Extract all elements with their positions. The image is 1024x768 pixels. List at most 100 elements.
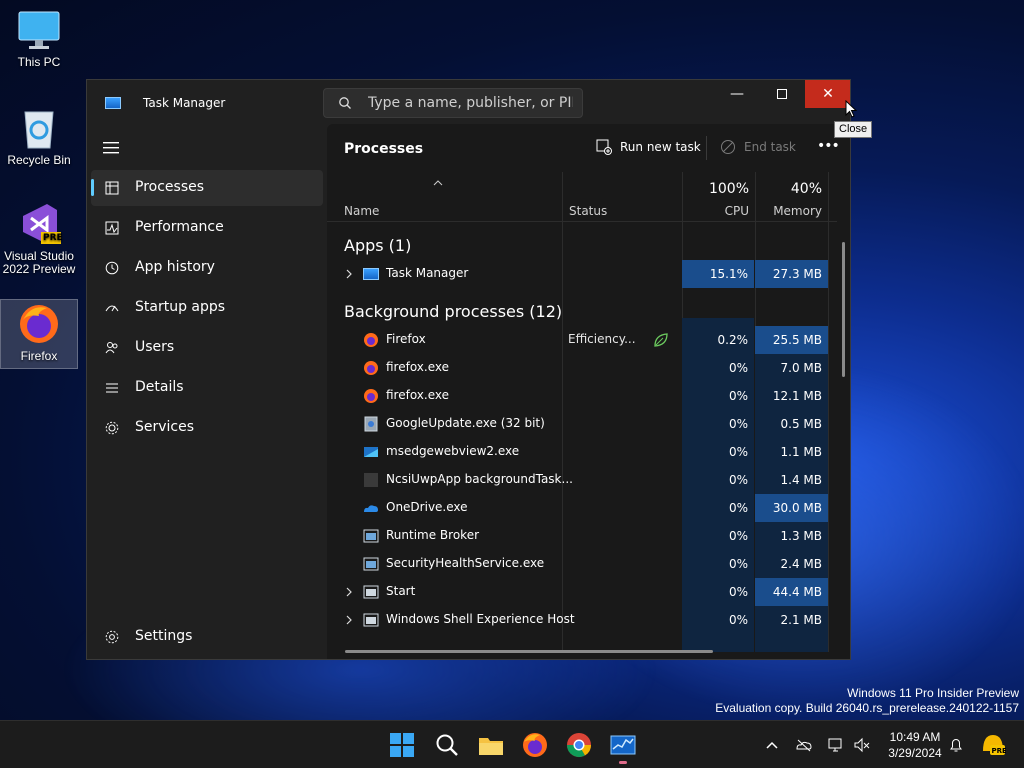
taskbar: 10:49 AM 3/29/2024 PRE xyxy=(0,720,1024,768)
cpu-cell: 0% xyxy=(682,382,754,410)
memory-cell: 7.0 MB xyxy=(755,354,828,382)
onedrive-icon xyxy=(364,505,378,512)
table-row[interactable]: Firefox Efficiency... 0.2% 25.5 MB xyxy=(327,326,837,354)
table-row[interactable]: firefox.exe 0% 7.0 MB xyxy=(327,354,837,382)
chevron-right-icon[interactable] xyxy=(345,268,353,280)
desktop-icon-recycle-bin[interactable]: Recycle Bin xyxy=(0,106,78,176)
processes-icon xyxy=(105,181,119,195)
sort-chevron-up-icon[interactable] xyxy=(433,180,443,186)
processes-panel: Processes Run new task End task ••• Name… xyxy=(327,124,850,659)
sidebar-item-settings[interactable]: Settings xyxy=(91,619,323,655)
desktop-icon-this-pc[interactable]: This PC xyxy=(0,8,78,78)
firefox-icon xyxy=(364,361,378,375)
sidebar-item-startup-apps[interactable]: Startup apps xyxy=(91,290,323,326)
notification-bell-icon[interactable] xyxy=(948,737,964,753)
sidebar-item-users[interactable]: Users xyxy=(91,330,323,366)
column-divider xyxy=(828,172,829,222)
sidebar-item-processes[interactable]: Processes xyxy=(91,170,323,206)
task-manager-icon xyxy=(105,97,121,109)
desktop-icon-label: This PC xyxy=(17,55,61,69)
desktop-icon-label: Recycle Bin xyxy=(7,153,71,167)
process-name: SecurityHealthService.exe xyxy=(386,556,545,570)
network-icon[interactable] xyxy=(828,737,844,753)
sidebar-item-app-history[interactable]: App history xyxy=(91,250,323,286)
table-row[interactable]: Task Manager 15.1% 27.3 MB xyxy=(327,260,837,288)
table-row[interactable]: NcsiUwpApp backgroundTask... 0% 1.4 MB xyxy=(327,466,837,494)
running-indicator xyxy=(619,761,627,764)
volume-muted-icon[interactable] xyxy=(854,737,870,753)
memory-cell: 0.5 MB xyxy=(755,410,828,438)
cpu-cell: 0.2% xyxy=(682,326,754,354)
maximize-button[interactable] xyxy=(759,80,805,108)
sidebar-item-label: Users xyxy=(135,339,175,355)
start-button-windows-icon[interactable] xyxy=(388,731,416,759)
minimize-icon: — xyxy=(730,86,744,102)
table-row[interactable]: Windows Shell Experience Host 0% 2.1 MB xyxy=(327,606,837,634)
chrome-icon[interactable] xyxy=(565,731,593,759)
desktop-icon-firefox[interactable]: Firefox xyxy=(0,299,78,369)
sidebar-item-performance[interactable]: Performance xyxy=(91,210,323,246)
memory-cell: 25.5 MB xyxy=(755,326,828,354)
column-header-cpu[interactable]: CPU xyxy=(682,204,749,218)
cpu-cell: 0% xyxy=(682,354,754,382)
memory-total-percent: 40% xyxy=(790,181,822,197)
search-icon[interactable] xyxy=(433,731,461,759)
end-task-button[interactable]: End task xyxy=(720,139,796,155)
users-icon xyxy=(105,342,118,354)
close-tooltip: Close xyxy=(834,121,873,138)
sidebar-item-label: Services xyxy=(135,419,195,435)
search-box[interactable] xyxy=(323,88,583,118)
monitor-icon xyxy=(17,8,61,52)
sidebar-item-details[interactable]: Details xyxy=(91,370,323,406)
table-row[interactable]: Start 0% 44.4 MB xyxy=(327,578,837,606)
table-row[interactable]: OneDrive.exe 0% 30.0 MB xyxy=(327,494,837,522)
chevron-up-icon[interactable] xyxy=(764,737,780,753)
column-header-status[interactable]: Status xyxy=(569,204,607,218)
hamburger-menu-icon[interactable] xyxy=(103,142,119,154)
edge-webview-icon xyxy=(364,447,378,457)
firefox-icon[interactable] xyxy=(521,731,549,759)
google-update-icon xyxy=(364,416,378,432)
sidebar: Processes Performance App history Startu… xyxy=(87,124,327,659)
sidebar-item-label: Settings xyxy=(135,628,193,644)
clock-date: 3/29/2024 xyxy=(888,746,942,760)
copilot-pre-icon[interactable]: PRE xyxy=(980,731,1006,757)
table-row[interactable]: GoogleUpdate.exe (32 bit) 0% 0.5 MB xyxy=(327,410,837,438)
chevron-right-icon[interactable] xyxy=(345,614,353,626)
table-row[interactable]: msedgewebview2.exe 0% 1.1 MB xyxy=(327,438,837,466)
sidebar-item-label: Startup apps xyxy=(135,299,226,315)
column-header-memory[interactable]: Memory xyxy=(755,204,822,218)
search-input[interactable] xyxy=(368,94,573,112)
watermark-line: Windows 11 Pro Insider Preview xyxy=(847,686,1019,700)
page-title: Processes xyxy=(344,141,424,157)
run-new-task-button[interactable]: Run new task xyxy=(596,139,701,155)
process-name: Start xyxy=(386,584,416,598)
sidebar-item-label: Processes xyxy=(135,179,205,195)
vertical-scrollbar[interactable] xyxy=(842,242,845,377)
cpu-cell: 0% xyxy=(682,410,754,438)
more-options-button[interactable]: ••• xyxy=(817,138,840,156)
firefox-icon xyxy=(17,302,61,346)
efficiency-leaf-icon xyxy=(654,333,668,347)
horizontal-scrollbar[interactable] xyxy=(345,650,713,653)
memory-cell: 27.3 MB xyxy=(755,260,828,288)
chevron-right-icon[interactable] xyxy=(345,586,353,598)
table-row[interactable]: SecurityHealthService.exe 0% 2.4 MB xyxy=(327,550,837,578)
command-separator xyxy=(706,136,707,160)
process-name: Runtime Broker xyxy=(386,528,480,542)
sidebar-item-services[interactable]: Services xyxy=(91,410,323,446)
table-row[interactable]: firefox.exe 0% 12.1 MB xyxy=(327,382,837,410)
cpu-cell: 0% xyxy=(682,550,754,578)
minimize-button[interactable]: — xyxy=(714,80,760,108)
onedrive-offline-icon[interactable] xyxy=(796,737,812,753)
title-bar[interactable]: Task Manager — ✕ xyxy=(87,80,850,124)
desktop-icon-visual-studio[interactable]: PRE Visual Studio 2022 Preview xyxy=(0,202,78,286)
clock[interactable]: 10:49 AM 3/29/2024 xyxy=(880,729,950,761)
process-name: msedgewebview2.exe xyxy=(386,444,520,458)
memory-cell: 1.1 MB xyxy=(755,438,828,466)
column-header-name[interactable]: Name xyxy=(344,204,379,218)
cpu-cell: 0% xyxy=(682,522,754,550)
task-manager-icon[interactable] xyxy=(609,731,637,759)
file-explorer-icon[interactable] xyxy=(477,731,505,759)
table-row[interactable]: Runtime Broker 0% 1.3 MB xyxy=(327,522,837,550)
